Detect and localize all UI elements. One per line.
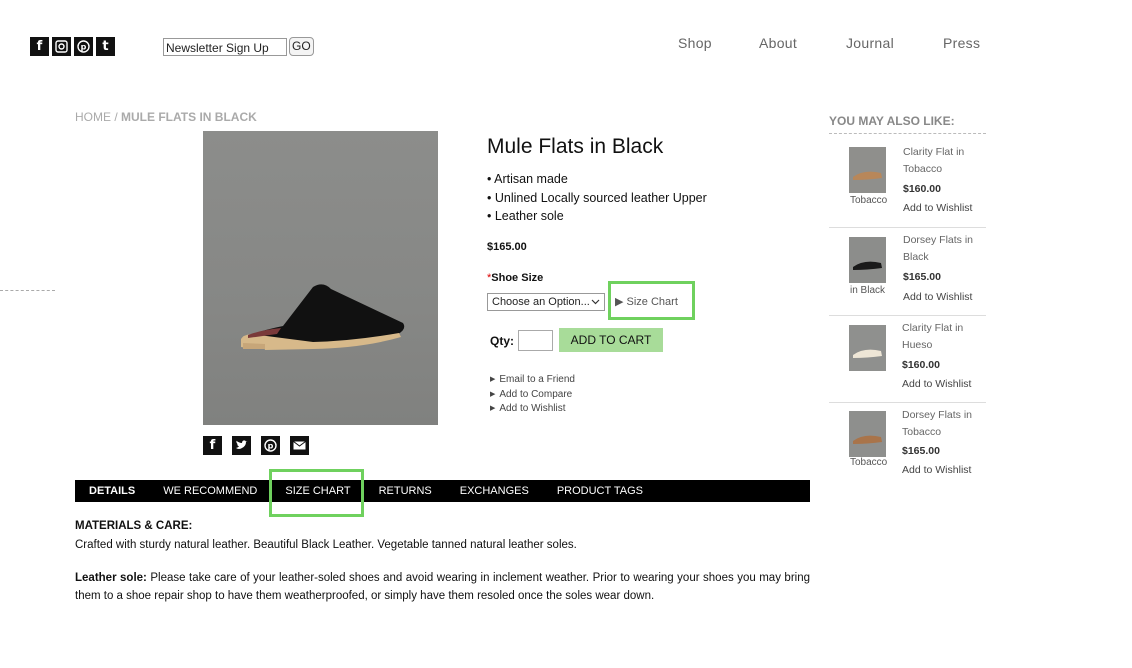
- pinterest-icon[interactable]: p: [261, 436, 280, 455]
- nav-about[interactable]: About: [759, 35, 797, 51]
- add-to-compare-link[interactable]: Add to Compare: [490, 388, 575, 403]
- feature-item: • Artisan made: [487, 172, 568, 186]
- product-name[interactable]: Dorsey Flats in Tobacco: [902, 407, 982, 440]
- product-name[interactable]: Dorsey Flats in Black: [903, 232, 983, 265]
- materials-title: MATERIALS & CARE:: [75, 520, 193, 532]
- share-links: f p: [203, 436, 309, 455]
- add-to-wishlist-link[interactable]: Add to Wishlist: [490, 402, 575, 417]
- product-price: $165.00: [902, 445, 940, 457]
- shoe-size-select[interactable]: Choose an Option...: [487, 293, 605, 311]
- product-name[interactable]: Clarity Flat in Hueso: [902, 320, 982, 353]
- pinterest-icon[interactable]: p: [74, 37, 93, 56]
- twitter-icon[interactable]: [232, 436, 251, 455]
- shoe-size-label: *Shoe Size: [487, 272, 543, 284]
- recommend-item[interactable]: in Black Dorsey Flats in Black $165.00 A…: [829, 228, 986, 314]
- highlight-box: [269, 469, 364, 517]
- recommend-item[interactable]: Tobacco Dorsey Flats in Tobacco $165.00 …: [829, 403, 986, 489]
- social-links: f p t: [30, 37, 115, 56]
- recommend-title: YOU MAY ALSO LIKE:: [829, 114, 955, 128]
- highlight-box: [608, 281, 695, 320]
- leather-sole-title: Leather sole:: [75, 572, 147, 584]
- breadcrumb-home[interactable]: HOME: [75, 110, 111, 124]
- add-to-cart-button[interactable]: ADD TO CART: [559, 328, 663, 352]
- nav-journal[interactable]: Journal: [846, 35, 894, 51]
- breadcrumb: HOME / MULE FLATS IN BLACK: [75, 110, 257, 124]
- feature-item: • Leather sole: [487, 209, 564, 223]
- add-to-wishlist-link[interactable]: Add to Wishlist: [902, 378, 971, 390]
- product-price: $165.00: [487, 241, 527, 253]
- tab-product-tags[interactable]: PRODUCT TAGS: [543, 485, 657, 497]
- shoe-size-select-value: Choose an Option...: [492, 296, 590, 308]
- newsletter-form: Newsletter Sign Up GO: [163, 37, 314, 56]
- leather-sole-body: Please take care of your leather-soled s…: [75, 572, 811, 602]
- product-price: $165.00: [903, 271, 941, 283]
- thumbnail-caption: in Black: [850, 285, 886, 296]
- svg-text:p: p: [268, 442, 274, 451]
- materials-body: Crafted with sturdy natural leather. Bea…: [75, 539, 577, 551]
- product-title: Mule Flats in Black: [487, 135, 664, 158]
- feature-item: • Unlined Locally sourced leather Upper: [487, 190, 707, 205]
- product-image[interactable]: [203, 131, 438, 425]
- email-friend-link[interactable]: Email to a Friend: [490, 373, 575, 388]
- tab-returns[interactable]: RETURNS: [365, 485, 446, 497]
- add-to-wishlist-link[interactable]: Add to Wishlist: [903, 291, 972, 303]
- add-to-wishlist-link[interactable]: Add to Wishlist: [903, 202, 972, 214]
- qty-label: Qty:: [490, 334, 514, 348]
- add-to-wishlist-link[interactable]: Add to Wishlist: [902, 464, 971, 476]
- divider: [829, 133, 986, 134]
- instagram-icon[interactable]: [52, 37, 71, 56]
- product-tabs: DETAILS WE RECOMMEND SIZE CHART RETURNS …: [75, 480, 810, 502]
- thumbnail-caption: Tobacco: [850, 457, 888, 468]
- recommend-item[interactable]: Tobacco Clarity Flat in Tobacco $160.00 …: [829, 140, 986, 226]
- product-thumbnail[interactable]: [849, 325, 886, 371]
- email-icon[interactable]: [290, 436, 309, 455]
- qty-input[interactable]: [518, 330, 553, 351]
- nav-press[interactable]: Press: [943, 35, 980, 51]
- product-name[interactable]: Clarity Flat in Tobacco: [903, 144, 983, 177]
- product-price: $160.00: [903, 183, 941, 195]
- tab-details[interactable]: DETAILS: [75, 485, 149, 497]
- product-actions: Email to a Friend Add to Compare Add to …: [490, 373, 575, 417]
- product-thumbnail[interactable]: [849, 147, 886, 193]
- chevron-down-icon: [591, 296, 600, 308]
- product-thumbnail[interactable]: [849, 411, 886, 457]
- newsletter-input[interactable]: Newsletter Sign Up: [163, 37, 287, 56]
- facebook-icon[interactable]: f: [203, 436, 222, 455]
- recommend-item[interactable]: Clarity Flat in Hueso $160.00 Add to Wis…: [829, 316, 986, 402]
- product-price: $160.00: [902, 359, 940, 371]
- facebook-icon[interactable]: f: [30, 37, 49, 56]
- svg-text:p: p: [81, 43, 87, 52]
- leather-sole-text: Leather sole: Please take care of your l…: [75, 569, 810, 605]
- thumbnail-caption: Tobacco: [850, 195, 888, 206]
- divider: [0, 290, 55, 291]
- nav-shop[interactable]: Shop: [678, 35, 712, 51]
- breadcrumb-current: MULE FLATS IN BLACK: [121, 110, 257, 124]
- newsletter-go-button[interactable]: GO: [289, 37, 314, 56]
- product-features: • Artisan made • Unlined Locally sourced…: [487, 170, 707, 226]
- tumblr-icon[interactable]: t: [96, 37, 115, 56]
- product-thumbnail[interactable]: [849, 237, 886, 283]
- shoe-size-text: Shoe Size: [491, 272, 544, 284]
- breadcrumb-sep: /: [111, 110, 122, 124]
- tab-we-recommend[interactable]: WE RECOMMEND: [149, 485, 271, 497]
- tab-exchanges[interactable]: EXCHANGES: [446, 485, 543, 497]
